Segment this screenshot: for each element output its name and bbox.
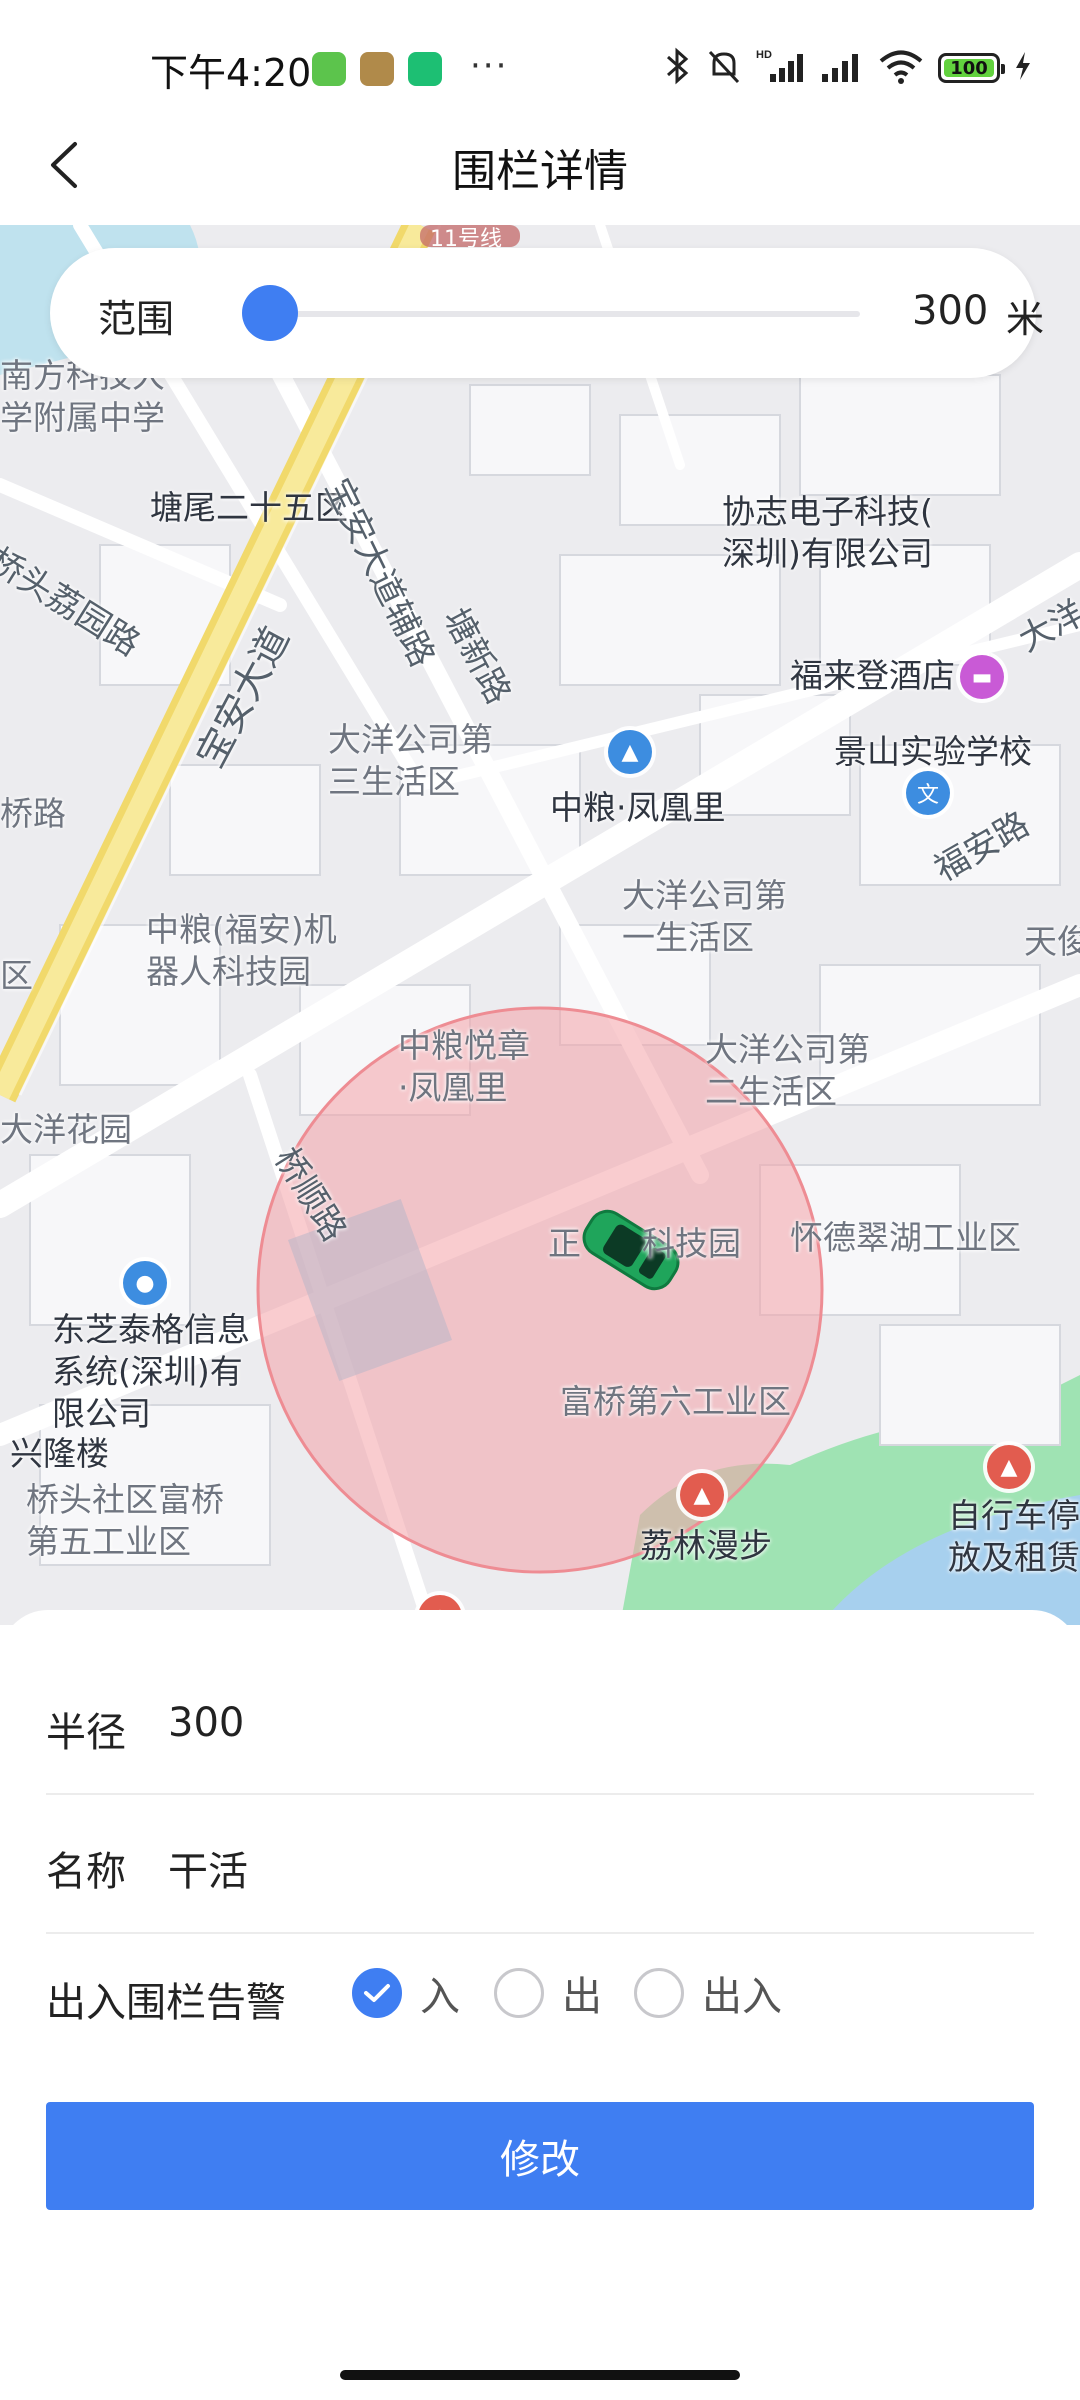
wifi-icon <box>878 46 924 90</box>
range-label: 范围 <box>98 297 175 341</box>
map-label: 协志电子科技( 深圳)有限公司 <box>722 492 933 573</box>
radio-in-out-label: 出入 <box>702 1974 782 2020</box>
radio-in[interactable]: 入 <box>352 1958 460 2028</box>
poi-residence-icon[interactable]: ▲ <box>608 730 652 774</box>
home-indicator[interactable] <box>340 2370 740 2380</box>
poi-company-icon[interactable]: ● <box>123 1261 167 1305</box>
map-label: 自行车停 放及租赁 <box>948 1496 1080 1577</box>
name-field[interactable]: 干活 <box>168 1839 248 1897</box>
poi-attraction-icon[interactable]: ▲ <box>680 1473 724 1517</box>
map-label: 大洋花园 <box>0 1110 132 1149</box>
map-label: 中粮·凤凰里 <box>550 788 726 827</box>
radio-out-label: 出 <box>562 1974 602 2020</box>
map-view[interactable]: ▲ ● ▬ ▲ 文 ● ▲ ▲ ● 南方科技大 学附属中学 塘尾二十五区 协志电… <box>0 225 1080 1625</box>
signal-icon <box>820 46 864 90</box>
charging-icon <box>1014 46 1032 90</box>
radius-value[interactable]: 300 <box>168 1700 244 1746</box>
svg-text:HD: HD <box>756 49 772 61</box>
fence-alarm-row: 出入围栏告警 入 出 出入 <box>46 1950 1034 2040</box>
map-label: 正 <box>548 1224 581 1263</box>
map-label: 大洋公司第 一生活区 <box>622 876 787 957</box>
map-label: 景山实验学校 <box>834 732 1032 771</box>
app-notification-icon <box>312 52 346 86</box>
map-label: 荔林漫步 <box>640 1526 772 1565</box>
radio-out[interactable]: 出 <box>494 1958 602 2028</box>
poi-hotel-icon[interactable]: ▬ <box>960 655 1004 699</box>
shield-notification-icon <box>408 52 442 86</box>
fence-alarm-label: 出入围栏告警 <box>46 1980 286 2026</box>
poi-school-icon-2[interactable]: 文 <box>906 771 950 815</box>
page-title: 围栏详情 <box>452 146 628 197</box>
mute-bell-icon <box>706 46 742 90</box>
range-value: 300 <box>912 288 989 334</box>
map-label: 东芝泰格信息 系统(深圳)有 限公司 <box>52 1310 250 1433</box>
nav-header: 围栏详情 <box>0 100 1080 225</box>
radius-label: 半径 <box>46 1710 126 1756</box>
map-label: 区 <box>0 956 33 995</box>
status-time: 下午4:20 <box>150 51 312 95</box>
radio-in-out[interactable]: 出入 <box>634 1958 782 2028</box>
bluetooth-icon <box>664 46 692 90</box>
battery-level: 100 <box>944 58 994 79</box>
range-slider-thumb[interactable] <box>242 285 298 341</box>
map-label: 中粮(福安)机 器人科技园 <box>146 910 337 991</box>
radio-unchecked-icon <box>494 1968 544 2018</box>
map-label: 科技园 <box>642 1224 741 1263</box>
name-label: 名称 <box>46 1849 126 1895</box>
shop-notification-icon <box>360 52 394 86</box>
map-label: 大洋公司第 二生活区 <box>705 1030 870 1111</box>
poi-bike-icon[interactable]: ▲ <box>987 1445 1031 1489</box>
radio-checked-icon <box>352 1968 402 2018</box>
radius-row: 半径 300 <box>46 1655 1034 1795</box>
more-notifications-icon: ··· <box>470 46 509 86</box>
map-label: 福来登酒店 <box>790 656 955 695</box>
signal-hd-icon: HD <box>756 46 806 90</box>
map-label: 大洋公司第 三生活区 <box>328 720 493 801</box>
map-label: 桥路 <box>0 794 66 833</box>
battery-icon: 100 <box>938 53 1005 83</box>
map-label: 桥头社区富桥 第五工业区 <box>26 1480 224 1561</box>
range-unit: 米 <box>1006 297 1045 341</box>
map-label: 兴隆楼 <box>10 1434 109 1473</box>
modify-button[interactable]: 修改 <box>46 2102 1034 2210</box>
map-label: 天俊 <box>1024 922 1080 961</box>
radio-unchecked-icon <box>634 1968 684 2018</box>
map-label: 富桥第六工业区 <box>560 1382 791 1421</box>
range-slider-card: 范围 300 米 <box>50 248 1044 378</box>
radio-in-label: 入 <box>420 1974 460 2020</box>
map-label: 怀德翠湖工业区 <box>790 1218 1021 1257</box>
map-label: 中粮悦章 ·凤凰里 <box>398 1026 530 1107</box>
range-slider-track[interactable] <box>250 311 860 317</box>
name-row: 名称 干活 <box>46 1794 1034 1934</box>
